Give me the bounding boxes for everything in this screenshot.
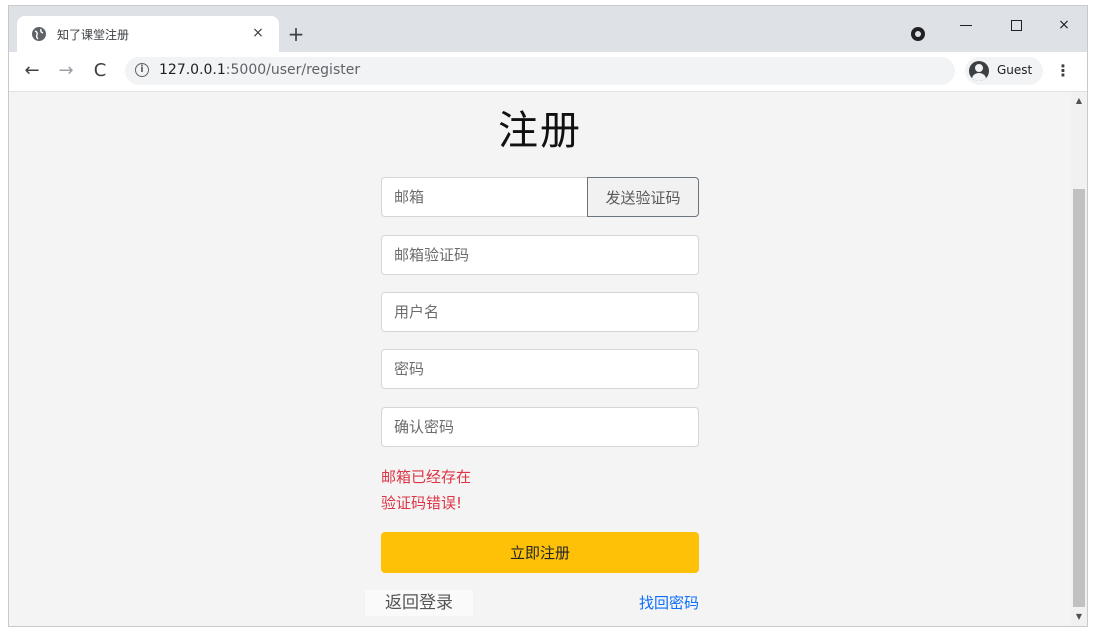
account-icon xyxy=(969,61,989,81)
tab-strip: 知了课堂注册 × + × xyxy=(9,6,1087,52)
error-message: 验证码错误! xyxy=(381,494,463,512)
email-code-field[interactable] xyxy=(381,235,699,275)
page-title: 注册 xyxy=(498,108,582,154)
scroll-down-icon[interactable]: ▼ xyxy=(1071,610,1087,624)
confirm-password-field[interactable] xyxy=(381,407,699,447)
username-field[interactable] xyxy=(381,292,699,332)
scroll-thumb[interactable] xyxy=(1073,189,1085,607)
globe-icon xyxy=(32,27,46,41)
address-bar[interactable]: i 127.0.0.1:5000/user/register xyxy=(125,57,955,85)
minimize-icon xyxy=(960,24,972,26)
menu-icon[interactable]: ⋮ xyxy=(1055,60,1071,82)
url-host: 127.0.0.1 xyxy=(159,62,226,78)
tab-title: 知了课堂注册 xyxy=(57,28,130,42)
scroll-up-icon[interactable]: ▲ xyxy=(1071,94,1087,108)
error-message: 邮箱已经存在 xyxy=(381,468,472,486)
window-close-button[interactable]: × xyxy=(1041,10,1087,40)
back-to-login-button[interactable]: 返回登录 xyxy=(365,590,473,616)
browser-toolbar: ← → C i 127.0.0.1:5000/user/register Gue… xyxy=(9,52,1087,92)
profile-label: Guest xyxy=(997,63,1033,77)
close-icon[interactable]: × xyxy=(249,24,267,42)
page-content: 注册 发送验证码 邮箱已经存在 验证码错误! 立即注册 返回登录 找回密码 xyxy=(9,92,1071,626)
maximize-button[interactable] xyxy=(993,10,1039,40)
new-tab-button[interactable]: + xyxy=(284,23,308,47)
minimize-button[interactable] xyxy=(943,10,989,40)
email-input-group: 发送验证码 xyxy=(381,177,699,217)
register-button[interactable]: 立即注册 xyxy=(381,532,699,573)
reload-icon[interactable]: C xyxy=(89,60,111,82)
tab-register[interactable]: 知了课堂注册 × xyxy=(17,16,279,52)
tab-search-icon[interactable] xyxy=(911,27,925,41)
maximize-icon xyxy=(1010,19,1022,31)
scrollbar[interactable]: ▲ ▼ xyxy=(1071,92,1087,626)
profile-button[interactable]: Guest xyxy=(965,57,1043,85)
forward-arrow-icon[interactable]: → xyxy=(55,60,77,82)
email-field[interactable] xyxy=(381,177,587,217)
send-code-button[interactable]: 发送验证码 xyxy=(587,177,699,217)
info-icon[interactable]: i xyxy=(135,63,149,77)
url-text[interactable]: 127.0.0.1:5000/user/register xyxy=(159,62,360,78)
back-arrow-icon[interactable]: ← xyxy=(21,60,43,82)
url-path: :5000/user/register xyxy=(225,62,361,78)
find-password-link[interactable]: 找回密码 xyxy=(629,592,699,614)
browser-window: 知了课堂注册 × + × ← → C i 127.0.0.1:5000/user… xyxy=(8,5,1088,627)
password-field[interactable] xyxy=(381,349,699,389)
